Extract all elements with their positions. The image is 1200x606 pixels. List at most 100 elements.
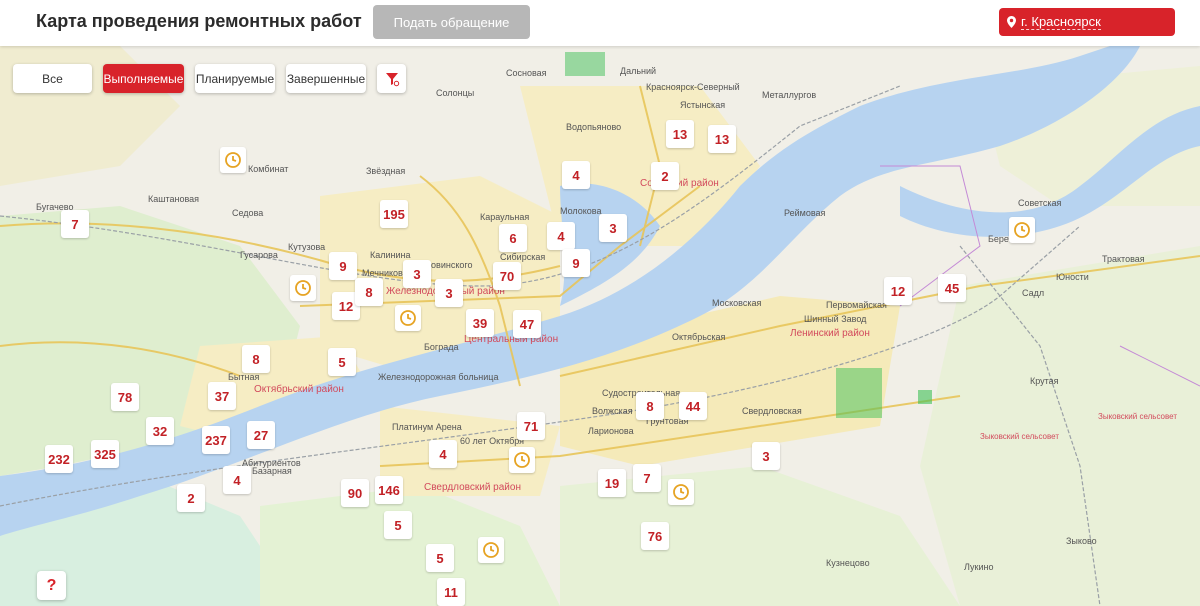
repair-count-marker[interactable]: 2	[177, 484, 205, 512]
repair-count-marker[interactable]: 71	[517, 412, 545, 440]
repair-count-marker[interactable]: 45	[938, 274, 966, 302]
place-label: Мечникова	[362, 268, 408, 278]
repair-count-marker[interactable]: 5	[426, 544, 454, 572]
place-label: Бытная	[228, 372, 260, 382]
repair-count-marker[interactable]: 37	[208, 382, 236, 410]
place-label: Звёздная	[366, 166, 406, 176]
repair-count-marker[interactable]: 9	[562, 249, 590, 277]
repair-count-marker[interactable]: 8	[636, 392, 664, 420]
place-label: Ястынская	[680, 100, 726, 110]
place-label: Гусарова	[240, 250, 278, 260]
place-label: Лукино	[964, 562, 994, 572]
repair-count-marker[interactable]: 4	[223, 466, 251, 494]
repair-count-marker[interactable]: 7	[61, 210, 89, 238]
place-label: Сосновая	[506, 68, 547, 78]
place-label: Караульная	[480, 212, 530, 222]
repair-count-marker[interactable]: 90	[341, 479, 369, 507]
place-label: Дальний	[620, 66, 657, 76]
place-label: Базарная	[252, 466, 292, 476]
place-label: Шинный Завод	[804, 314, 867, 324]
place-label: Юности	[1056, 272, 1089, 282]
repair-count-marker[interactable]: 11	[437, 578, 465, 606]
council-label: Зыковский сельсовет	[980, 432, 1060, 441]
repair-count-marker[interactable]: 76	[641, 522, 669, 550]
place-label: Солонцы	[436, 88, 475, 98]
repair-count-marker[interactable]: 78	[111, 383, 139, 411]
district-label: Октябрьский район	[254, 384, 344, 395]
place-label: Водопьяново	[566, 122, 622, 132]
place-label: Октябрьская	[672, 332, 726, 342]
repair-count-marker[interactable]: 5	[328, 348, 356, 376]
clock-marker[interactable]	[668, 479, 694, 505]
clock-icon	[483, 542, 499, 558]
repair-count-marker[interactable]: 44	[679, 392, 707, 420]
app-header: Карта проведения ремонтных работ Подать …	[0, 0, 1200, 46]
place-label: Волжская	[592, 406, 633, 416]
clock-icon	[514, 452, 530, 468]
city-name: г. Красноярск	[1021, 13, 1101, 30]
repair-count-marker[interactable]: 39	[466, 309, 494, 337]
filter-in-progress-button[interactable]: Выполняемые	[103, 64, 184, 93]
filter-all-button[interactable]: Все	[13, 64, 92, 93]
repair-count-marker[interactable]: 6	[499, 224, 527, 252]
clock-icon	[1014, 222, 1030, 238]
repair-count-marker[interactable]: 195	[380, 200, 408, 228]
clock-marker[interactable]	[509, 447, 535, 473]
clock-marker[interactable]	[1009, 217, 1035, 243]
repair-count-marker[interactable]: 3	[599, 214, 627, 242]
repair-count-marker[interactable]: 3	[403, 260, 431, 288]
repair-count-marker[interactable]: 7	[633, 464, 661, 492]
repair-count-marker[interactable]: 2	[651, 162, 679, 190]
filter-completed-button[interactable]: Завершенные	[286, 64, 366, 93]
repair-count-marker[interactable]: 4	[429, 440, 457, 468]
repair-count-marker[interactable]: 237	[202, 426, 230, 454]
repair-count-marker[interactable]: 146	[375, 476, 403, 504]
place-label: Кузнецово	[826, 558, 870, 568]
repair-count-marker[interactable]: 13	[666, 120, 694, 148]
place-label: Железнодорожная больница	[378, 372, 499, 382]
repair-count-marker[interactable]: 13	[708, 125, 736, 153]
submit-request-button[interactable]: Подать обращение	[373, 5, 530, 39]
help-button[interactable]: ?	[37, 571, 66, 600]
repair-count-marker[interactable]: 47	[513, 310, 541, 338]
repair-count-marker[interactable]: 3	[752, 442, 780, 470]
filter-icon	[385, 72, 399, 86]
place-label: Сибирская	[500, 252, 546, 262]
repair-count-marker[interactable]: 232	[45, 445, 73, 473]
clock-icon	[225, 152, 241, 168]
repair-count-marker[interactable]: 4	[562, 161, 590, 189]
repair-count-marker[interactable]: 325	[91, 440, 119, 468]
repair-count-marker[interactable]: 27	[247, 421, 275, 449]
repair-count-marker[interactable]: 9	[329, 252, 357, 280]
place-label: Трактовая	[1102, 254, 1145, 264]
repair-count-marker[interactable]: 3	[435, 279, 463, 307]
repair-count-marker[interactable]: 12	[884, 277, 912, 305]
repair-count-marker[interactable]: 19	[598, 469, 626, 497]
place-label: Зыково	[1066, 536, 1097, 546]
map-canvas[interactable]: Октябрьский район Ленинский район Свердл…	[0, 46, 1200, 606]
place-label: Реймовая	[784, 208, 826, 218]
place-label: Платинум Арена	[392, 422, 462, 432]
place-label: Молокова	[560, 206, 602, 216]
place-label: Металлургов	[762, 90, 817, 100]
repair-count-marker[interactable]: 8	[242, 345, 270, 373]
repair-count-marker[interactable]: 4	[547, 222, 575, 250]
place-label: 60 лет Октября	[460, 436, 525, 446]
place-label: Калинина	[370, 250, 411, 260]
clock-icon	[400, 310, 416, 326]
filter-settings-button[interactable]	[377, 64, 406, 93]
repair-count-marker[interactable]: 5	[384, 511, 412, 539]
clock-marker[interactable]	[478, 537, 504, 563]
repair-count-marker[interactable]: 32	[146, 417, 174, 445]
repair-count-marker[interactable]: 70	[493, 262, 521, 290]
page-title: Карта проведения ремонтных работ	[36, 11, 362, 31]
place-label: Красноярск-Северный	[646, 82, 740, 92]
clock-icon	[295, 280, 311, 296]
repair-count-marker[interactable]: 8	[355, 278, 383, 306]
filter-planned-button[interactable]: Планируемые	[195, 64, 275, 93]
clock-marker[interactable]	[290, 275, 316, 301]
clock-marker[interactable]	[395, 305, 421, 331]
place-label: Кутузова	[288, 242, 326, 252]
clock-marker[interactable]	[220, 147, 246, 173]
city-selector[interactable]: г. Красноярск	[999, 8, 1175, 36]
